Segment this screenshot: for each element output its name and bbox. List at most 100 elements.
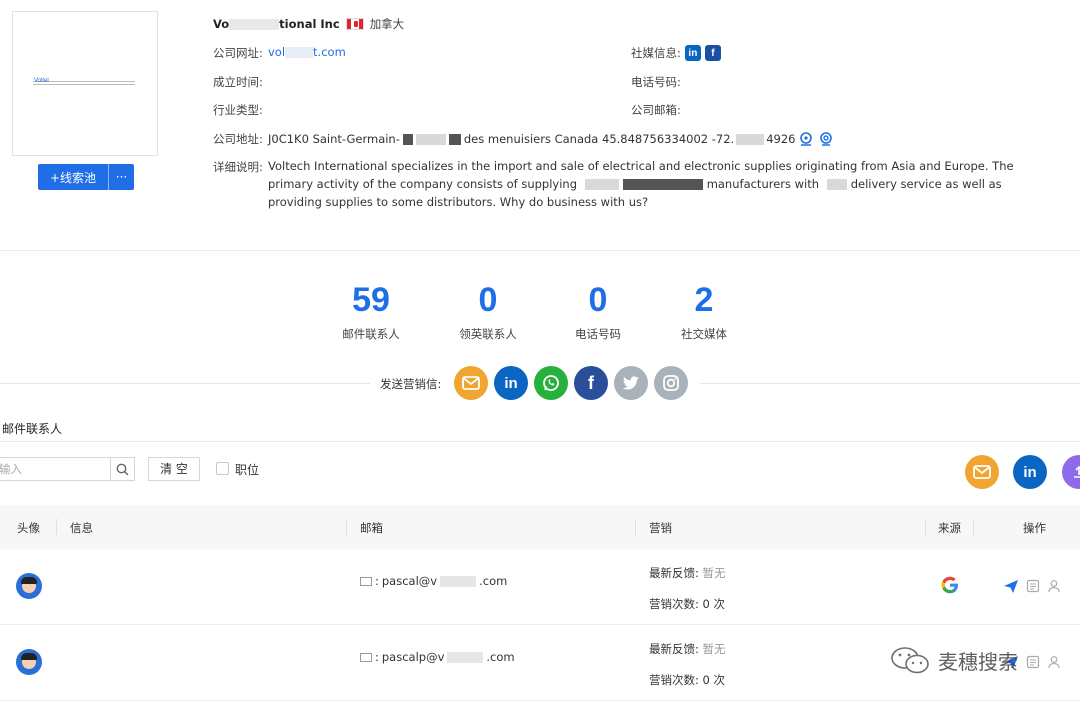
address-label: 公司地址: — [213, 132, 263, 146]
stat-email-contacts[interactable]: 59 邮件联系人 — [326, 280, 416, 342]
email-suffix: .com — [479, 574, 508, 588]
search-button[interactable] — [110, 457, 135, 481]
header-divider — [56, 519, 57, 535]
header-actions: 操作 — [1023, 521, 1046, 535]
street-view-icon[interactable] — [818, 131, 834, 147]
address-start: J0C1K0 Saint-Germain- — [268, 132, 400, 146]
send-icon[interactable] — [1003, 578, 1019, 594]
header-divider — [973, 519, 974, 535]
position-checkbox[interactable] — [216, 462, 229, 475]
note-icon[interactable] — [1026, 579, 1040, 593]
section-divider — [0, 441, 1080, 442]
redacted-text — [229, 19, 280, 30]
stat-label: 电话号码 — [575, 327, 621, 341]
watermark: 麦穗搜索 — [890, 645, 1018, 675]
send-marketing-label: 发送营销信: — [380, 377, 442, 391]
redacted-text — [447, 651, 484, 663]
description-part-2: manufacturers with — [706, 177, 820, 191]
country-name: 加拿大 — [369, 17, 405, 31]
stat-social-media[interactable]: 2 社交媒体 — [659, 280, 749, 342]
website-prefix[interactable]: vol — [268, 45, 285, 59]
address-end: 4926 — [766, 132, 796, 146]
row-actions — [1003, 578, 1061, 594]
avatar — [16, 573, 42, 599]
social-label: 社媒信息: — [631, 46, 681, 60]
whatsapp-icon[interactable] — [534, 366, 568, 400]
stat-phone-numbers[interactable]: 0 电话号码 — [553, 280, 643, 342]
header-source: 来源 — [938, 521, 961, 535]
send-marketing-row: 发送营销信: in f — [0, 366, 1080, 400]
facebook-icon[interactable]: f — [704, 45, 721, 61]
add-to-leads-label[interactable]: +线索池 — [38, 169, 108, 186]
latest-feedback: 最新反馈: 暂无 — [649, 642, 726, 656]
header-email: 邮箱 — [360, 521, 383, 535]
twitter-icon[interactable] — [614, 366, 648, 400]
divider-left — [0, 383, 370, 384]
redacted-text — [285, 47, 314, 58]
latest-feedback: 最新反馈: 暂无 — [649, 566, 726, 580]
email-prefix: pascalp@v — [381, 650, 445, 664]
address-mid: des menuisiers Canada 45.848756334002 -7… — [463, 132, 735, 146]
export-icon[interactable] — [1062, 455, 1080, 489]
search-input[interactable]: 输入 — [0, 457, 110, 481]
website-link[interactable]: vol t.com — [268, 45, 346, 59]
company-email-label: 公司邮箱: — [631, 103, 681, 117]
section-divider — [0, 250, 1080, 251]
company-logo: Voltel — [12, 11, 158, 156]
bulk-linkedin-icon[interactable]: in — [1013, 455, 1047, 489]
stat-label: 邮件联系人 — [342, 327, 400, 341]
position-checkbox-label: 职位 — [235, 463, 260, 477]
header-marketing: 营销 — [649, 521, 672, 535]
linkedin-icon[interactable]: in — [684, 45, 701, 61]
note-icon[interactable] — [1026, 655, 1040, 669]
stat-value: 0 — [588, 281, 608, 319]
address-value: J0C1K0 Saint-Germain- des menuisiers Can… — [268, 131, 834, 147]
more-options-button[interactable]: ··· — [109, 170, 134, 184]
company-name: Vo tional Inc 加拿大 — [213, 16, 404, 32]
clear-button[interactable]: 清 空 — [148, 457, 200, 481]
facebook-icon[interactable]: f — [574, 366, 608, 400]
header-info: 信息 — [70, 521, 93, 535]
header-divider — [346, 519, 347, 535]
stat-value: 2 — [694, 281, 714, 319]
redacted-text — [448, 133, 461, 145]
stat-label: 社交媒体 — [681, 327, 727, 341]
instagram-icon[interactable] — [654, 366, 688, 400]
table-header: 头像 信息 邮箱 营销 来源 操作 — [0, 505, 1080, 549]
add-to-leads-button[interactable]: +线索池 ··· — [38, 164, 134, 190]
description-label: 详细说明: — [213, 160, 263, 174]
founded-label: 成立时间: — [213, 75, 263, 89]
user-icon[interactable] — [1047, 655, 1061, 669]
redacted-text — [826, 179, 847, 190]
header-divider — [635, 519, 636, 535]
wechat-icon — [891, 647, 929, 674]
divider-right — [700, 383, 1080, 384]
company-description: Voltech International specializes in the… — [268, 157, 1058, 211]
header-avatar: 头像 — [17, 521, 40, 535]
email-cell: : pascal@v .com — [360, 574, 507, 588]
stat-value: 0 — [478, 281, 498, 319]
header-divider — [925, 519, 926, 535]
marketing-count: 营销次数: 0 次 — [649, 673, 726, 687]
bulk-email-icon[interactable] — [965, 455, 999, 489]
company-name-prefix: Vo — [213, 17, 230, 31]
stat-linkedin-contacts[interactable]: 0 领英联系人 — [443, 280, 533, 342]
user-icon[interactable] — [1047, 579, 1061, 593]
logo-text: Voltel — [34, 78, 49, 84]
email-icon[interactable] — [454, 366, 488, 400]
table-row: : pascal@v .com 最新反馈: 暂无 营销次数: 0 次 — [0, 549, 1080, 625]
email-prefix: pascal@v — [381, 574, 438, 588]
social-row: 社媒信息: in f — [631, 45, 721, 61]
mail-icon — [360, 652, 372, 662]
website-suffix[interactable]: t.com — [313, 45, 346, 59]
stat-value: 59 — [352, 281, 390, 319]
watermark-text: 麦穗搜索 — [938, 649, 1018, 674]
avatar — [16, 649, 42, 675]
redacted-text — [415, 133, 446, 145]
linkedin-icon[interactable]: in — [494, 366, 528, 400]
email-suffix: .com — [486, 650, 515, 664]
redacted-text — [440, 575, 477, 587]
stat-label: 领英联系人 — [459, 327, 517, 341]
section-title: 邮件联系人 — [2, 422, 63, 436]
map-pin-icon[interactable] — [798, 131, 814, 147]
